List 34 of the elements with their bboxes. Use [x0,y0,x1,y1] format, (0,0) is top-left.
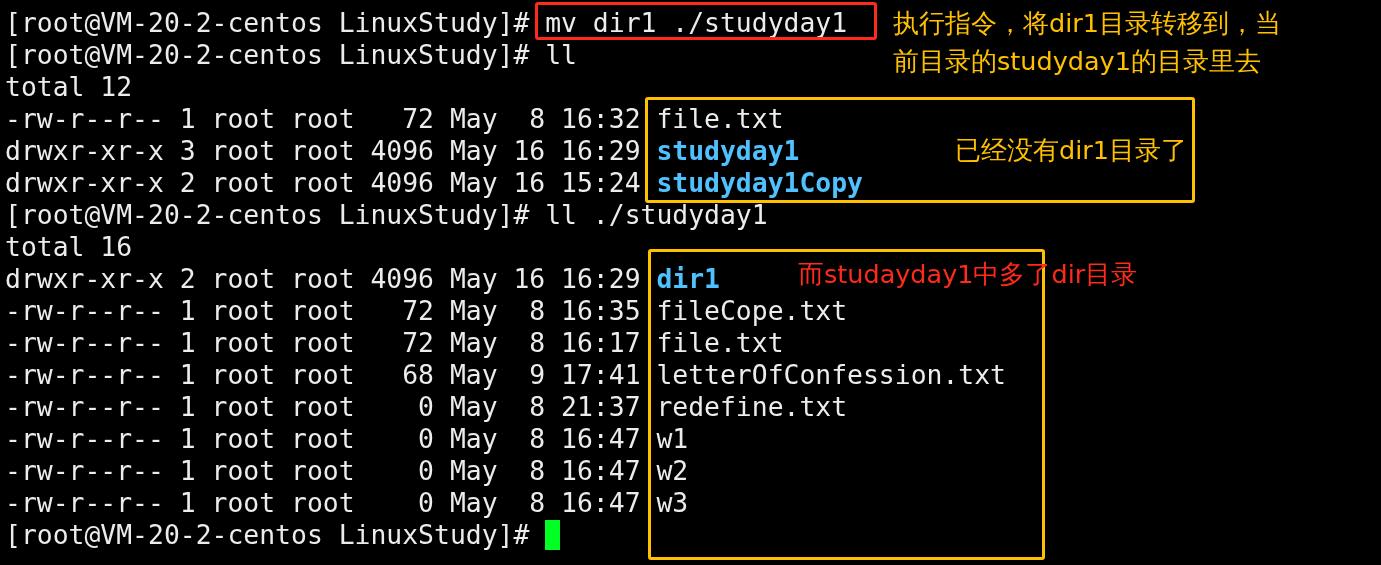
prompt-text: [root@VM-20-2-centos LinuxStudy]# [5,199,530,231]
file-name: dir1 [656,263,720,295]
annotation-text: 前目录的studyday1的目录里去 [893,45,1261,78]
listing-text: drwxr-xr-x 2 root root 4096 May 16 15:24 [5,167,641,199]
prompt-text: [root@VM-20-2-centos LinuxStudy]# [5,7,530,39]
prompt-text: [root@VM-20-2-centos LinuxStudy]# [5,519,530,551]
command-text: mv dir1 ./studyday1 [545,7,848,39]
file-name: w3 [656,487,689,519]
prompt-text: [root@VM-20-2-centos LinuxStudy]# [5,39,530,71]
output-text: total 16 [5,231,133,263]
listing-text: -rw-r--r-- 1 root root 72 May 8 16:32 [5,103,641,135]
file-name: fileCope.txt [656,295,848,327]
file-name: file.txt [656,327,784,359]
listing-text: -rw-r--r-- 1 root root 72 May 8 16:35 [5,295,641,327]
output-text: total 12 [5,71,133,103]
file-name: studyday1 [656,135,800,167]
listing-text: -rw-r--r-- 1 root root 68 May 9 17:41 [5,359,641,391]
listing-text: -rw-r--r-- 1 root root 0 May 8 16:47 [5,487,641,519]
listing-text: drwxr-xr-x 2 root root 4096 May 16 16:29 [5,263,641,295]
listing-text: -rw-r--r-- 1 root root 0 May 8 16:47 [5,423,641,455]
file-name: studyday1Copy [656,167,863,199]
annotation-text: 执行指令，将dir1目录转移到，当 [893,7,1281,40]
listing-text: -rw-r--r-- 1 root root 72 May 8 16:17 [5,327,641,359]
listing-text: -rw-r--r-- 1 root root 0 May 8 21:37 [5,391,641,423]
file-name: w2 [656,455,689,487]
command-text: ll [545,39,577,71]
file-name: redefine.txt [656,391,848,423]
annotation-text: 已经没有dir1目录了 [955,134,1187,167]
listing-text: -rw-r--r-- 1 root root 0 May 8 16:47 [5,455,641,487]
file-name: w1 [656,423,689,455]
command-text: ll ./studyday1 [545,199,768,231]
file-name: file.txt [656,103,784,135]
file-name: letterOfConfession.txt [656,359,1006,391]
listing-text: drwxr-xr-x 3 root root 4096 May 16 16:29 [5,135,641,167]
